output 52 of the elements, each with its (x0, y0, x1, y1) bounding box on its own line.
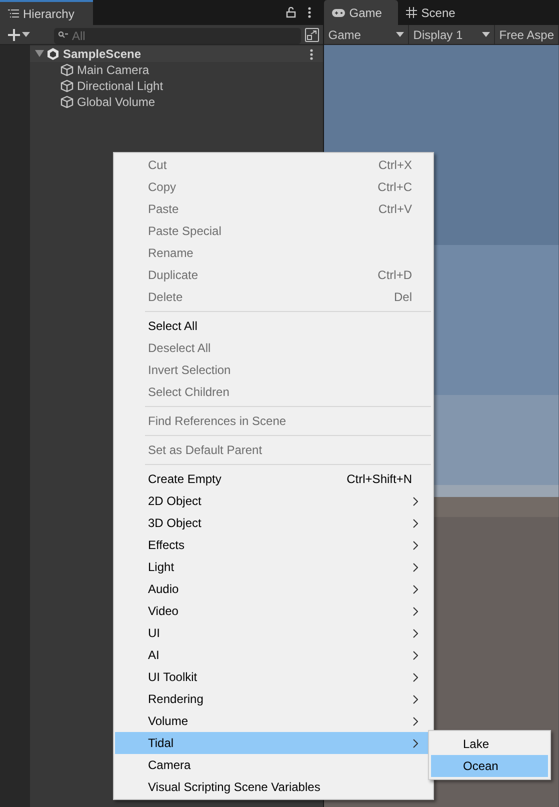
chevron-right-icon (413, 694, 418, 704)
search-field[interactable]: All (54, 28, 302, 44)
chevron-right-icon (413, 650, 418, 660)
cube-icon (60, 63, 74, 77)
chevron-right-icon (413, 672, 418, 682)
triangle-icon (34, 50, 44, 58)
menu-item[interactable]: Select All (115, 315, 432, 337)
gamepad-icon (332, 8, 346, 16)
view-tab[interactable]: Game (324, 0, 398, 25)
view-tab[interactable]: Scene (398, 0, 468, 25)
caret-icon (22, 32, 30, 37)
hierarchy-item[interactable]: Directional Light (77, 77, 164, 95)
menu-item[interactable]: Light (115, 556, 432, 578)
chevron-right-icon (413, 518, 418, 528)
chevron-right-icon (413, 584, 418, 594)
menu-item[interactable]: UI (115, 622, 432, 644)
hierarchy-item[interactable]: Main Camera (77, 61, 150, 79)
more-icon[interactable] (308, 7, 312, 18)
menu-item[interactable]: 3D Object (115, 512, 432, 534)
menu-item[interactable]: Effects (115, 534, 432, 556)
chevron-right-icon (413, 628, 418, 638)
menu-item[interactable]: 2D Object (115, 490, 432, 512)
chevron-right-icon (413, 540, 418, 550)
menu-item[interactable]: Ocean (431, 755, 548, 777)
menu-item[interactable]: Lake (431, 733, 548, 755)
chevron-right-icon (413, 562, 418, 572)
hierarchy-item[interactable]: Global Volume (77, 93, 156, 111)
cube-icon (60, 95, 74, 109)
menu-item[interactable]: Rendering (115, 688, 432, 710)
caret-icon (396, 32, 404, 37)
menu-item[interactable]: Visual Scripting Scene Variables (115, 776, 432, 798)
search-icon (58, 30, 68, 38)
more-icon[interactable] (310, 48, 314, 60)
menu-item[interactable]: Create Empty Ctrl+Shift+N (115, 468, 432, 490)
menu-item[interactable]: Volume (115, 710, 432, 732)
cube-icon (60, 79, 74, 93)
plus-icon (8, 28, 20, 40)
chevron-right-icon (413, 738, 418, 748)
lock-icon[interactable] (286, 7, 296, 18)
menu-item[interactable]: Video (115, 600, 432, 622)
popout-icon[interactable] (305, 28, 320, 42)
menu-item[interactable]: Audio (115, 578, 432, 600)
hierarchy-tab[interactable]: Hierarchy (0, 0, 93, 25)
menu-item[interactable]: UI Toolkit (115, 666, 432, 688)
chevron-right-icon (413, 716, 418, 726)
menu-item[interactable]: AI (115, 644, 432, 666)
chevron-right-icon (413, 496, 418, 506)
menu-item[interactable]: Camera (115, 754, 432, 776)
grid-icon (406, 7, 418, 18)
caret-icon (482, 32, 490, 37)
chevron-right-icon (413, 606, 418, 616)
list-icon (8, 9, 19, 18)
